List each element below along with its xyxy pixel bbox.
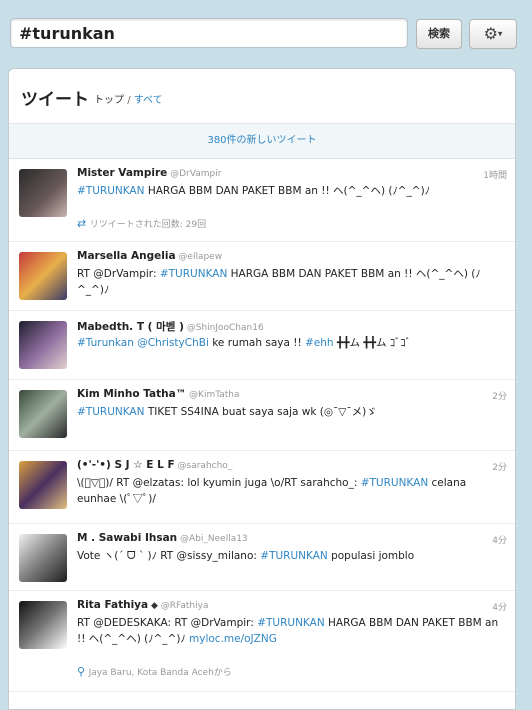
tab-separator: / xyxy=(127,95,131,106)
tweet-text: Vote ヽ(´ ᗜ ` )ﾉ RT @sissy_milano: #TURUN… xyxy=(77,548,505,564)
tweet-author-name[interactable]: Mabedth. T ( 마벧 ) xyxy=(77,321,184,333)
panel-header: ツイート トップ / すべて xyxy=(9,69,515,124)
tweet-author-name[interactable]: Rita Fathiya xyxy=(77,599,148,611)
new-tweets-bar[interactable]: 380件の新しいツイート xyxy=(9,124,515,159)
tweet-text-segment: TIKET SS4INA buat saya saja wk (◎¯▽¯メ)ゞ xyxy=(144,406,377,418)
tweet-item[interactable]: (•'-'•) S J ☆ E L F @sarahcho_ 2分 \(ﾟ▽ﾟ)/ … xyxy=(9,451,515,524)
tweet-header: M . Sawabi Ihsan @Abi_Neella13 xyxy=(77,532,248,544)
tweet-header: Rita Fathiya ◆ @RFathiya xyxy=(77,599,208,611)
panel-title: ツイート xyxy=(21,90,89,110)
tweet-item[interactable]: M . Sawabi Ihsan @Abi_Neella13 4分 Vote ヽ(´… xyxy=(9,524,515,591)
tweet-author-name[interactable]: Kim Minho Tatha™ xyxy=(77,388,186,400)
tweet-text-segment: @DrVampir xyxy=(190,617,251,629)
tweet-header: Mister Vampire @DrVampir xyxy=(77,167,221,179)
verified-icon: ◆ xyxy=(148,601,158,611)
hashtag-link[interactable]: @ChristyChBi xyxy=(137,337,209,349)
hashtag-link[interactable]: #TURUNKAN xyxy=(160,268,227,280)
tweet-author-handle[interactable]: @ShinJooChan16 xyxy=(184,323,264,333)
avatar[interactable] xyxy=(19,601,67,649)
tab-all[interactable]: すべて xyxy=(134,95,163,106)
tweet-item[interactable]: Rita Fathiya ◆ @RFathiya 4分 RT @DEDESKAKA:… xyxy=(9,591,515,692)
hashtag-link[interactable]: myloc.me/oJZNG xyxy=(189,633,277,645)
search-bar: #turunkan 検索 ⚙▾ xyxy=(0,0,532,62)
tweet-author-handle[interactable]: @ellapew xyxy=(176,252,222,262)
tweet-text-segment: : lol kyumin juga \o/RT sarahcho_: xyxy=(180,477,361,489)
tweet-meta-text: リツイートされた回数: 29回 xyxy=(89,220,207,230)
search-input[interactable]: #turunkan xyxy=(10,18,408,48)
tweet-author-handle[interactable]: @DrVampir xyxy=(167,169,221,179)
tweet-timestamp[interactable]: 2分 xyxy=(492,460,507,473)
tweet-header: (•'-'•) S J ☆ E L F @sarahcho_ xyxy=(77,459,232,471)
panel-tabs: トップ / すべて xyxy=(94,91,163,106)
tweet-item[interactable]: Marsella Angelia @ellapew RT @DrVampir: #… xyxy=(9,242,515,311)
tweet-text-segment: RT xyxy=(77,268,94,280)
tweet-text-segment: RT xyxy=(77,617,94,629)
tweet-item[interactable]: Mabedth. T ( 마벧 ) @ShinJooChan16 #Turunka… xyxy=(9,311,515,380)
tweet-text-segment: populasi jomblo xyxy=(327,550,415,562)
tab-top[interactable]: トップ xyxy=(94,95,124,106)
tweet-text-segment: @DEDESKAKA xyxy=(93,617,168,629)
tweet-header: Mabedth. T ( 마벧 ) @ShinJooChan16 xyxy=(77,319,264,334)
tweet-item[interactable]: Mister Vampire @DrVampir 1時間 #TURUNKAN HAR… xyxy=(9,159,515,242)
tweet-text-segment: : xyxy=(152,268,160,280)
tweet-text-segment: ╋╋ム ╋╋ム ｺﾞｺﾞ xyxy=(333,337,411,349)
avatar[interactable] xyxy=(19,461,67,509)
tweet-meta[interactable]: ⇄ リツイートされた回数: 29回 xyxy=(77,217,206,230)
tweet-timestamp[interactable]: 1時間 xyxy=(483,168,507,181)
tweet-text-segment: Vote ヽ(´ ᗜ ` )ﾉ RT xyxy=(77,550,177,562)
tweet-text: RT @DEDESKAKA: RT @DrVampir: #TURUNKAN H… xyxy=(77,615,505,647)
tweet-timestamp[interactable]: 4分 xyxy=(492,533,507,546)
tweet-text-segment: @DrVampir xyxy=(93,268,153,280)
tweet-text: #TURUNKAN TIKET SS4INA buat saya saja wk… xyxy=(77,404,505,420)
hashtag-link[interactable]: #TURUNKAN xyxy=(257,617,324,629)
tweet-author-name[interactable]: M . Sawabi Ihsan xyxy=(77,532,177,544)
tweet-text-segment: @sissy_milano xyxy=(176,550,254,562)
tweet-author-name[interactable]: Mister Vampire xyxy=(77,167,167,179)
tweet-header: Marsella Angelia @ellapew xyxy=(77,250,222,262)
settings-button[interactable]: ⚙▾ xyxy=(469,19,517,49)
hashtag-link[interactable]: #Turunkan xyxy=(77,337,134,349)
retweet-icon: ⇄ xyxy=(77,217,90,230)
tweet-author-handle[interactable]: @Abi_Neella13 xyxy=(177,534,248,544)
hashtag-link[interactable]: #ehh xyxy=(305,337,334,349)
hashtag-link[interactable]: #TURUNKAN xyxy=(77,185,144,197)
tweet-text-segment: \(ﾟ▽ﾟ)/ RT xyxy=(77,477,133,489)
tweet-text-segment: ke rumah saya !! xyxy=(208,337,305,349)
avatar[interactable] xyxy=(19,390,67,438)
hashtag-link[interactable]: #TURUNKAN xyxy=(361,477,428,489)
tweet-timestamp[interactable]: 4分 xyxy=(492,600,507,613)
tweet-text-segment: HARGA BBM DAN PAKET BBM an !! ヘ(^_^ヘ) (ﾉ… xyxy=(144,185,430,197)
tweet-item[interactable]: Kim Minho Tatha™ @KimTatha 2分 #TURUNKAN TI… xyxy=(9,380,515,451)
search-button[interactable]: 検索 xyxy=(416,19,462,49)
avatar[interactable] xyxy=(19,321,67,369)
tweets-panel: ツイート トップ / すべて 380件の新しいツイート Mister Vampi… xyxy=(8,68,516,710)
tweet-author-name[interactable]: Marsella Angelia xyxy=(77,250,176,262)
tweet-meta[interactable]: ⚲ Jaya Baru, Kota Banda Acehから xyxy=(77,665,232,678)
gear-icon: ⚙ xyxy=(483,24,498,43)
tweet-text: RT @DrVampir: #TURUNKAN HARGA BBM DAN PA… xyxy=(77,266,505,298)
location-pin-icon: ⚲ xyxy=(77,665,89,678)
avatar[interactable] xyxy=(19,169,67,217)
tweet-author-handle[interactable]: @sarahcho_ xyxy=(175,461,233,471)
tweet-timestamp[interactable]: 2分 xyxy=(492,389,507,402)
tweet-text: #Turunkan @ChristyChBi ke rumah saya !! … xyxy=(77,335,505,351)
tweet-author-handle[interactable]: @KimTatha xyxy=(186,390,239,400)
tweet-author-name[interactable]: (•'-'•) S J ☆ E L F xyxy=(77,459,175,471)
tweet-text: \(ﾟ▽ﾟ)/ RT @elzatas: lol kyumin juga \o/… xyxy=(77,475,505,507)
tweet-author-handle[interactable]: @RFathiya xyxy=(158,601,209,611)
tweet-list: Mister Vampire @DrVampir 1時間 #TURUNKAN HAR… xyxy=(9,159,515,692)
avatar[interactable] xyxy=(19,252,67,300)
avatar[interactable] xyxy=(19,534,67,582)
tweet-header: Kim Minho Tatha™ @KimTatha xyxy=(77,388,240,400)
hashtag-link[interactable]: #TURUNKAN xyxy=(260,550,327,562)
tweet-text-segment: @elzatas xyxy=(132,477,181,489)
tweet-text: #TURUNKAN HARGA BBM DAN PAKET BBM an !! … xyxy=(77,183,505,199)
tweet-text-segment: : RT xyxy=(167,617,191,629)
hashtag-link[interactable]: #TURUNKAN xyxy=(77,406,144,418)
tweet-meta-text: Jaya Baru, Kota Banda Acehから xyxy=(88,668,232,678)
chevron-down-icon: ▾ xyxy=(497,29,503,40)
